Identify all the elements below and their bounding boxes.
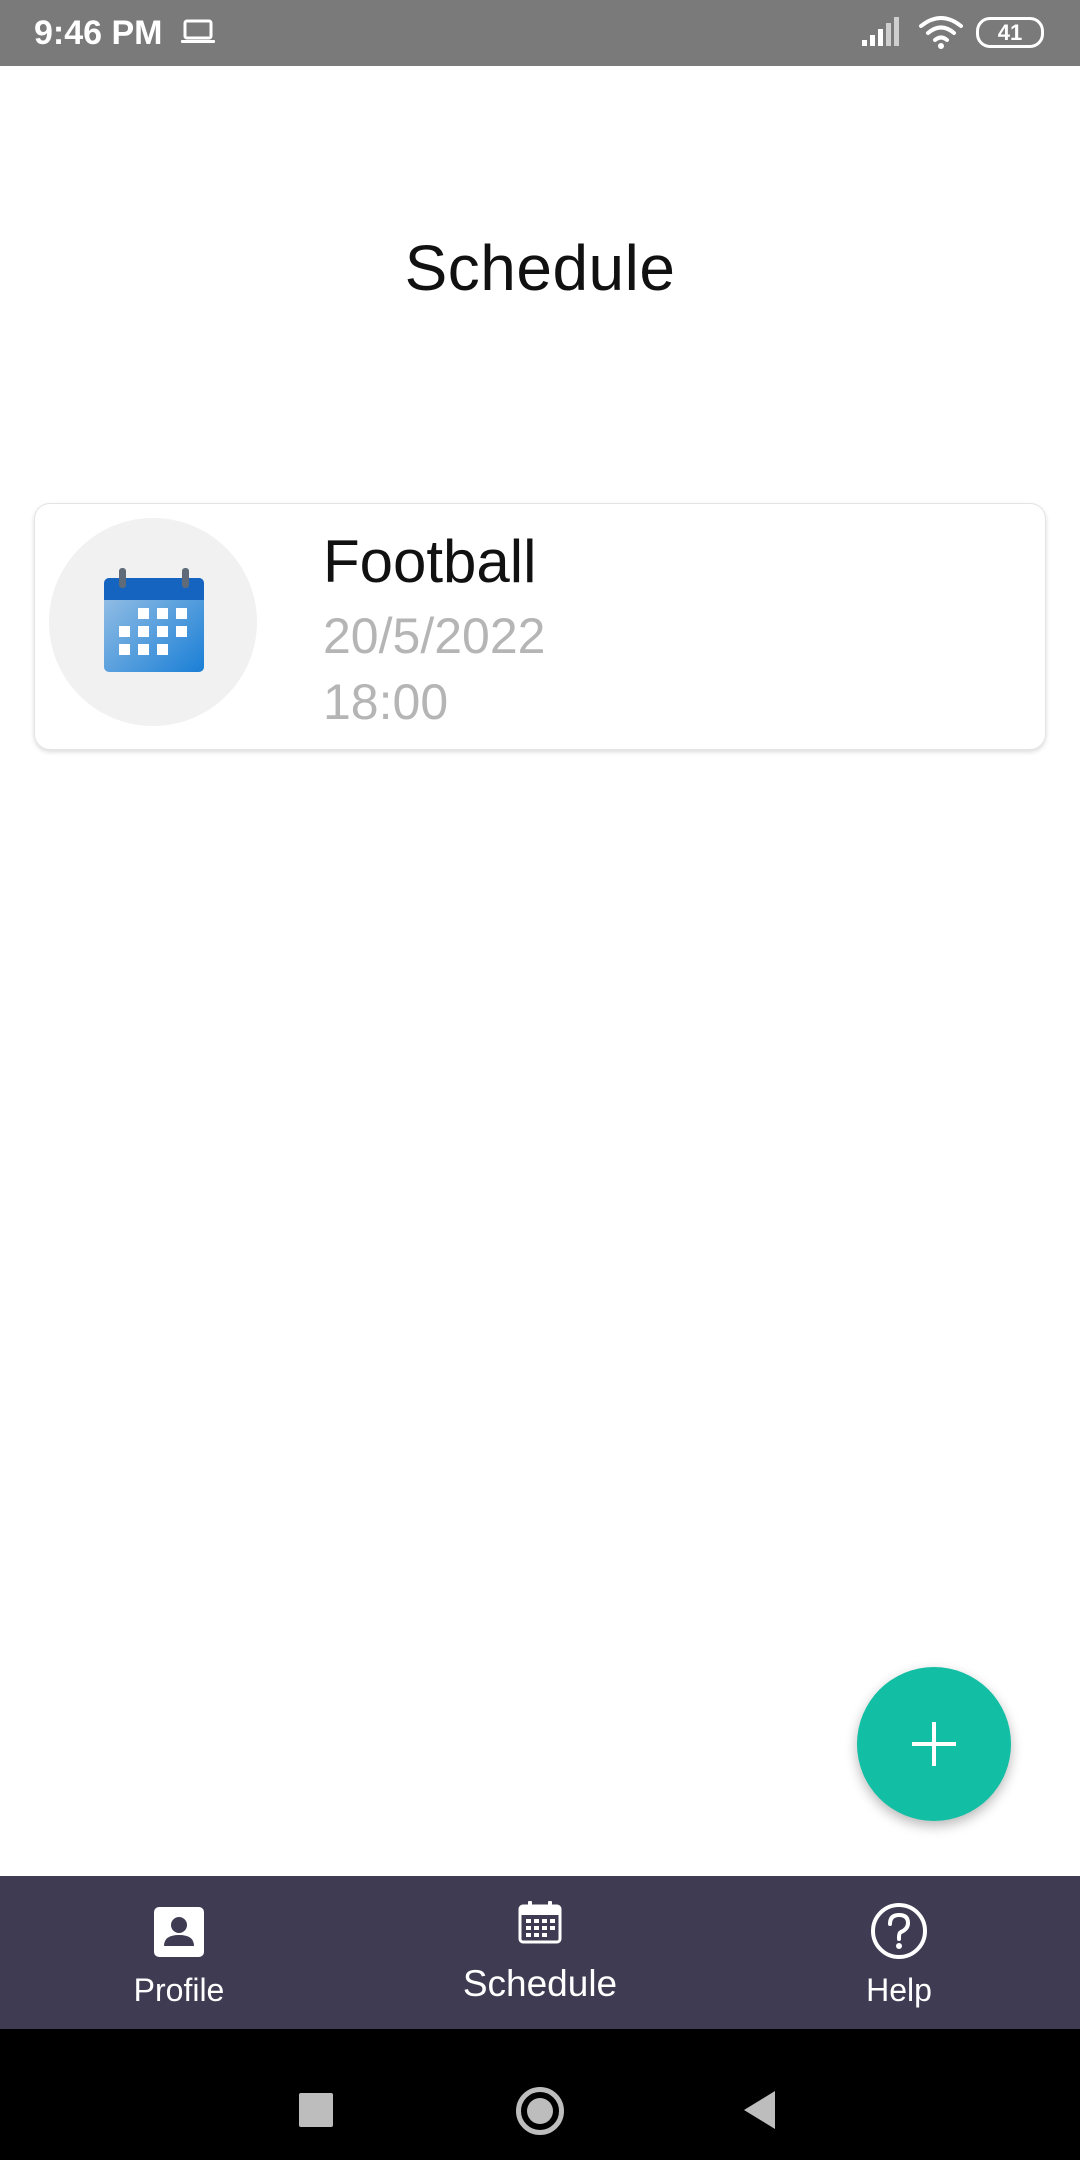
- nav-label-help: Help: [866, 1972, 932, 2008]
- event-date: 20/5/2022: [323, 608, 546, 664]
- nav-label-profile: Profile: [133, 1972, 225, 2008]
- recents-button[interactable]: [299, 2093, 333, 2127]
- home-button[interactable]: [516, 2087, 564, 2135]
- bottom-navigation: Profile Schedule Help: [0, 1876, 1080, 2029]
- help-icon: [871, 1903, 927, 1959]
- status-bar: 9:46 PM 41: [0, 0, 1080, 66]
- calendar-icon: [104, 568, 204, 672]
- calendar-icon: [518, 1901, 562, 1944]
- plus-icon: [912, 1722, 956, 1766]
- page-title: Schedule: [404, 232, 676, 304]
- status-time: 9:46 PM: [34, 14, 163, 52]
- profile-icon: [154, 1907, 204, 1957]
- event-title: Football: [323, 528, 537, 595]
- event-avatar: [49, 518, 257, 726]
- nav-item-profile[interactable]: Profile: [29, 1876, 329, 2029]
- schedule-screen: 9:46 PM 41 Schedule Football 20/5/2022 1…: [0, 0, 1080, 2160]
- event-time: 18:00: [323, 674, 449, 730]
- laptop-icon: [181, 19, 215, 43]
- schedule-card[interactable]: Football 20/5/2022 18:00: [34, 503, 1046, 750]
- system-navigation-bar: [0, 2029, 1080, 2160]
- nav-item-schedule[interactable]: Schedule: [390, 1876, 690, 2029]
- wifi-icon: [919, 16, 963, 49]
- add-event-button[interactable]: [857, 1667, 1011, 1821]
- battery-icon: 41: [976, 17, 1044, 48]
- battery-level: 41: [997, 20, 1023, 45]
- nav-label-schedule: Schedule: [462, 1963, 618, 2004]
- nav-item-help[interactable]: Help: [749, 1876, 1049, 2029]
- back-button[interactable]: [744, 2091, 775, 2129]
- signal-icon: [862, 17, 899, 46]
